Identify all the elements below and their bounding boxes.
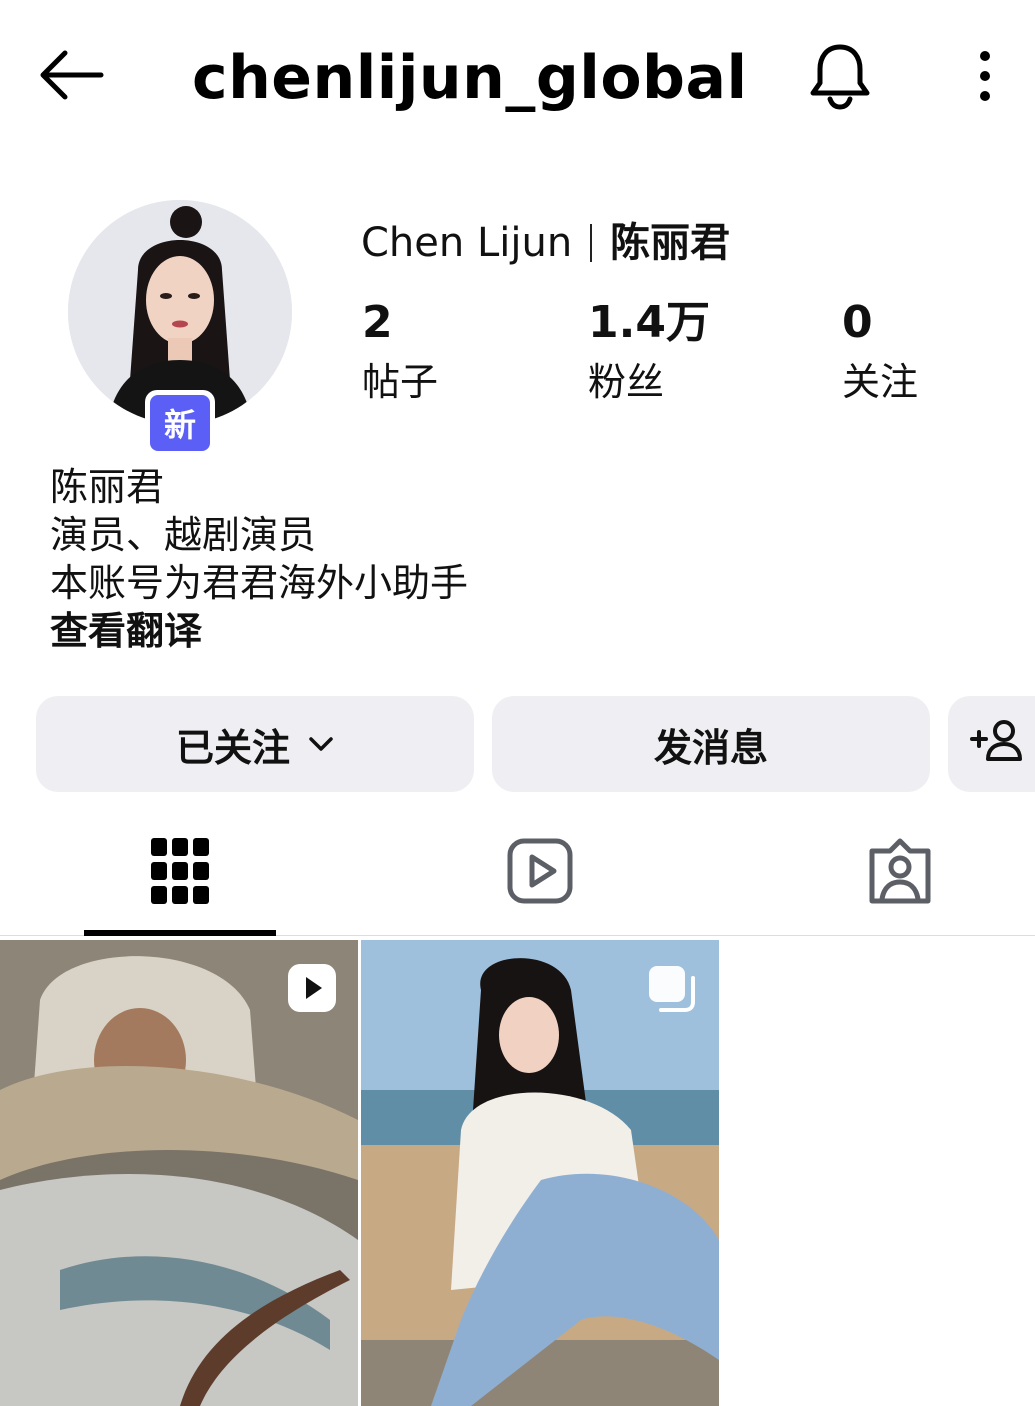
bell-icon <box>808 41 872 115</box>
posts-grid <box>0 940 1035 1406</box>
profile-bio: 陈丽君 演员、越剧演员 本账号为君君海外小助手 查看翻译 <box>50 463 468 655</box>
stat-followers-label: 粉丝 <box>588 360 665 404</box>
add-user-button[interactable] <box>948 696 1035 792</box>
message-button-label: 发消息 <box>653 725 768 770</box>
tagged-person-icon <box>866 837 934 909</box>
stat-followers-value: 1.4万 <box>588 297 710 348</box>
grid-icon <box>151 838 209 908</box>
tab-reels[interactable] <box>444 810 636 936</box>
chevron-down-icon <box>308 736 334 752</box>
stat-followers[interactable]: 1.4万 粉丝 <box>588 295 710 411</box>
name-separator <box>590 224 593 262</box>
full-name-latin: Chen Lijun <box>361 220 573 266</box>
notifications-button[interactable] <box>800 38 880 118</box>
full-name-chinese: 陈丽君 <box>610 220 731 266</box>
person-add-icon <box>968 717 1022 772</box>
post-thumbnail[interactable] <box>361 940 719 1406</box>
bio-line-occupation: 演员、越剧演员 <box>50 513 317 557</box>
following-button[interactable]: 已关注 <box>36 696 474 792</box>
stat-following-value: 0 <box>842 297 873 348</box>
profile-tabs <box>0 810 1035 936</box>
new-badge: 新 <box>145 390 215 456</box>
message-button[interactable]: 发消息 <box>492 696 930 792</box>
reels-icon <box>507 838 573 908</box>
more-vertical-icon <box>978 50 992 106</box>
top-bar: chenlijun_global <box>0 0 1035 150</box>
stat-posts-label: 帖子 <box>362 360 439 404</box>
more-options-button[interactable] <box>955 38 1015 118</box>
active-tab-indicator <box>84 930 276 936</box>
following-button-label: 已关注 <box>175 725 290 770</box>
see-translation-link[interactable]: 查看翻译 <box>50 607 468 655</box>
post-thumbnail[interactable] <box>0 940 358 1406</box>
tab-grid[interactable] <box>84 810 276 936</box>
stat-following-label: 关注 <box>842 360 919 404</box>
back-button[interactable] <box>30 42 110 112</box>
stat-posts[interactable]: 2 帖子 <box>362 295 438 411</box>
arrow-left-icon <box>35 50 105 104</box>
profile-username: chenlijun_global <box>192 43 748 113</box>
stat-following[interactable]: 0 关注 <box>842 295 918 411</box>
bio-line-description: 本账号为君君海外小助手 <box>50 561 469 605</box>
carousel-icon <box>647 964 697 1018</box>
stat-posts-value: 2 <box>362 297 393 348</box>
new-badge-label: 新 <box>150 395 210 451</box>
tab-tagged[interactable] <box>804 810 996 936</box>
bio-line-name: 陈丽君 <box>50 465 165 509</box>
profile-full-name: Chen Lijun 陈丽君 <box>361 215 730 271</box>
play-icon <box>288 964 336 1016</box>
